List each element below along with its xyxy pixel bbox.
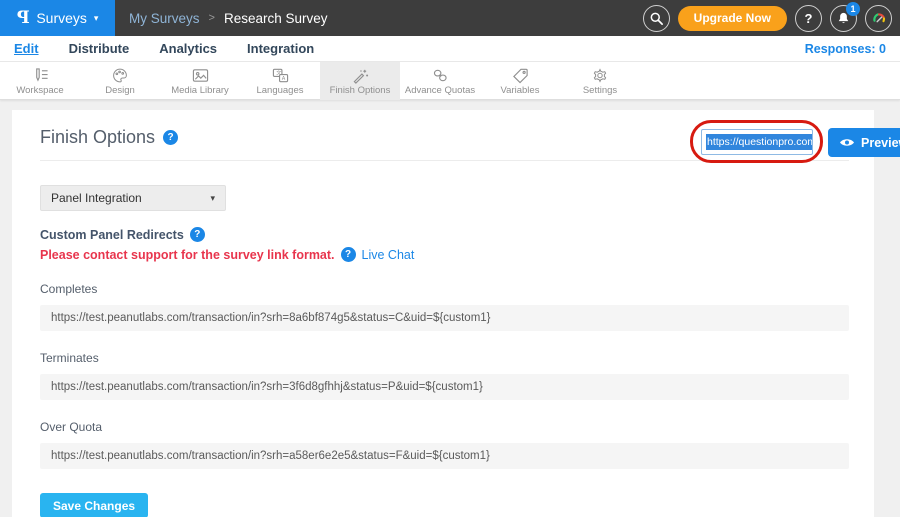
over-quota-field-group: Over Quota (40, 420, 849, 469)
svg-text:A: A (281, 76, 285, 82)
tab-label: Variables (501, 85, 540, 96)
product-switcher[interactable]: P Surveys ▾ (0, 0, 115, 36)
breadcrumb-my-surveys[interactable]: My Surveys (129, 11, 200, 26)
tab-design[interactable]: Design (80, 62, 160, 100)
tab-settings[interactable]: Settings (560, 62, 640, 100)
breadcrumb-current-survey: Research Survey (224, 11, 328, 26)
magic-wand-icon (351, 67, 370, 84)
finish-options-panel: Finish Options ? Panel Integration ▾ Cus… (12, 110, 874, 517)
nav-item-integration[interactable]: Integration (247, 41, 314, 56)
panel-integration-dropdown[interactable]: Panel Integration ▾ (40, 185, 226, 211)
tab-label: Finish Options (330, 85, 391, 96)
tab-variables[interactable]: Variables (480, 62, 560, 100)
tab-advance-quotas[interactable]: Advance Quotas (400, 62, 480, 100)
notification-badge: 1 (846, 2, 860, 16)
section-title: Custom Panel Redirects (40, 228, 184, 242)
search-button[interactable] (643, 5, 670, 32)
header-actions: Upgrade Now ? 1 (643, 0, 892, 36)
live-chat-help-icon[interactable]: ? (341, 247, 356, 262)
nav-item-edit[interactable]: Edit (14, 41, 39, 56)
upgrade-now-button[interactable]: Upgrade Now (678, 6, 787, 31)
support-warning-row: Please contact support for the survey li… (40, 247, 849, 262)
tab-label: Settings (583, 85, 617, 96)
custom-panel-redirects-help-icon[interactable]: ? (190, 227, 205, 242)
avatar-gauge-icon (870, 9, 888, 27)
custom-panel-redirects-row: Custom Panel Redirects ? (40, 227, 849, 242)
palette-icon (111, 67, 129, 84)
user-avatar[interactable] (865, 5, 892, 32)
tab-label: Workspace (16, 85, 63, 96)
caret-down-icon: ▾ (210, 193, 215, 204)
top-header: P Surveys ▾ My Surveys > Research Survey… (0, 0, 900, 36)
tab-languages[interactable]: 文 A Languages (240, 62, 320, 100)
product-name: Surveys (36, 10, 87, 26)
completes-label: Completes (40, 282, 849, 296)
page-title: Finish Options (40, 127, 155, 148)
chain-links-icon (431, 67, 450, 84)
completes-field-group: Completes (40, 282, 849, 331)
edit-toolbar: Workspace Design Media Library 文 A Langu… (0, 62, 900, 100)
nav-item-distribute[interactable]: Distribute (69, 41, 130, 56)
survey-url-selected-text: https://questionpro.com/t/A (706, 134, 813, 150)
image-icon (191, 67, 210, 84)
preview-button[interactable]: Preview (828, 128, 900, 157)
over-quota-url-input[interactable] (40, 443, 849, 469)
tab-label: Languages (256, 85, 303, 96)
tag-icon (511, 67, 530, 84)
over-quota-label: Over Quota (40, 420, 849, 434)
preview-label: Preview (861, 136, 900, 150)
questionpro-logo-icon: P (17, 8, 30, 28)
completes-url-input[interactable] (40, 305, 849, 331)
finish-options-help-icon[interactable]: ? (163, 130, 178, 145)
save-changes-button[interactable]: Save Changes (40, 493, 148, 517)
eye-icon (839, 137, 855, 148)
breadcrumb-separator: > (209, 12, 215, 24)
tab-finish-options[interactable]: Finish Options (320, 62, 400, 100)
terminates-url-input[interactable] (40, 374, 849, 400)
help-button[interactable]: ? (795, 5, 822, 32)
survey-nav: Edit Distribute Analytics Integration Re… (0, 36, 900, 62)
tab-label: Media Library (171, 85, 229, 96)
tab-label: Advance Quotas (405, 85, 475, 96)
question-mark-icon: ? (805, 11, 813, 26)
dropdown-selected-value: Panel Integration (51, 191, 142, 205)
breadcrumb: My Surveys > Research Survey (129, 11, 328, 26)
search-icon (649, 11, 664, 26)
translate-icon: 文 A (271, 67, 290, 84)
survey-url-input[interactable]: https://questionpro.com/t/A ✎ (701, 129, 813, 155)
caret-down-icon: ▾ (94, 13, 99, 24)
support-warning-text: Please contact support for the survey li… (40, 248, 335, 262)
notifications-button[interactable]: 1 (830, 5, 857, 32)
terminates-field-group: Terminates (40, 351, 849, 400)
responses-count: Responses: 0 (805, 42, 886, 56)
terminates-label: Terminates (40, 351, 849, 365)
tab-label: Design (105, 85, 135, 96)
gear-icon (591, 67, 609, 84)
tab-workspace[interactable]: Workspace (0, 62, 80, 100)
workspace-icon (31, 67, 50, 84)
live-chat-link[interactable]: Live Chat (362, 248, 415, 262)
nav-item-analytics[interactable]: Analytics (159, 41, 217, 56)
tab-media-library[interactable]: Media Library (160, 62, 240, 100)
